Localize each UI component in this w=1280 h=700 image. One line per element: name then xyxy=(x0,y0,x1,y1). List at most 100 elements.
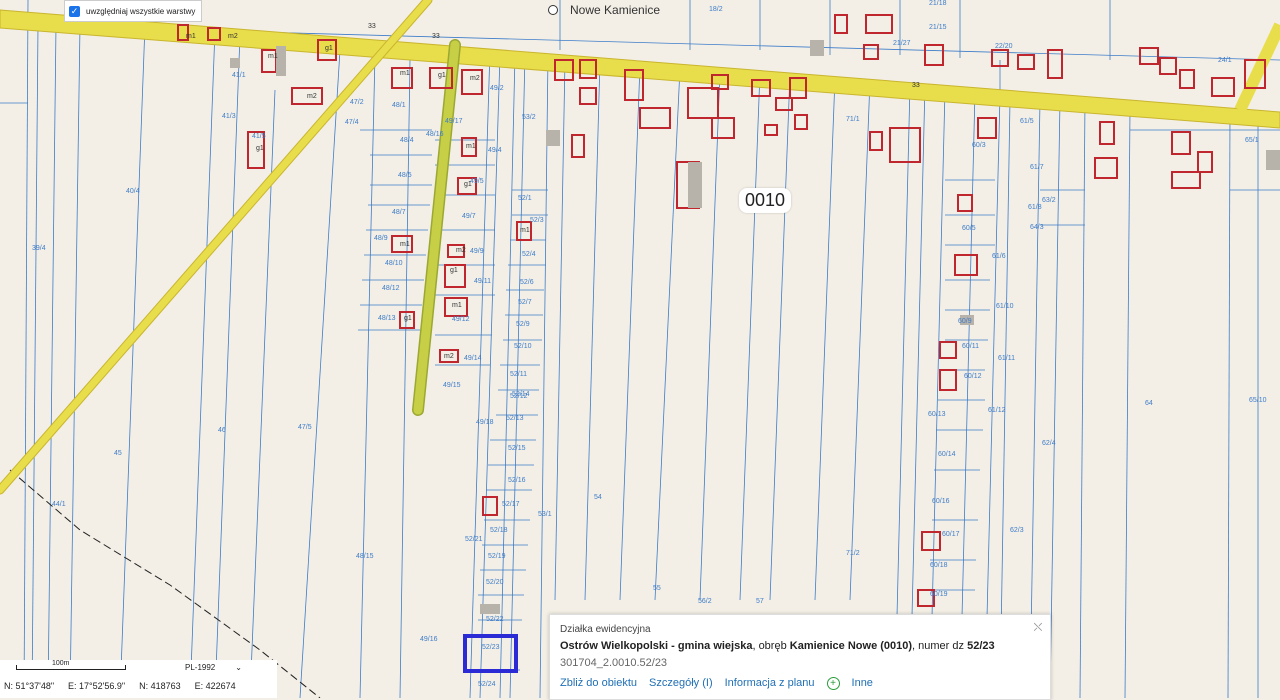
popup-parcel-number: 52/23 xyxy=(967,640,995,652)
parcel-label: 52/17 xyxy=(502,501,520,508)
map-status-bar: 100m PL-1992 ⌄ N: 51°37'48" E: 17°52'56.… xyxy=(0,660,277,698)
parcel-label: 61/10 xyxy=(996,303,1014,310)
building-label: g1 xyxy=(404,315,412,322)
chevron-down-icon: ⌄ xyxy=(235,663,242,672)
building-label: m1 xyxy=(466,143,476,150)
parcel-label: 52/22 xyxy=(486,616,504,623)
popup-desc-mid2: , numer dz xyxy=(912,640,968,652)
popup-parcel-id: 301704_2.0010.52/23 xyxy=(560,657,668,669)
parcel-label: 21/18 xyxy=(929,0,947,7)
scale-label: 100m xyxy=(52,660,70,667)
parcel-label: 52/16 xyxy=(508,477,526,484)
parcel-label: 52/1 xyxy=(518,195,532,202)
parcel-label: 52/9 xyxy=(516,321,530,328)
building-label: m1 xyxy=(452,302,462,309)
parcel-label: 48/9 xyxy=(374,235,388,242)
parcel-label: 71/2 xyxy=(846,550,860,557)
parcel-label: 53/1 xyxy=(538,511,552,518)
parcel-label: 52/19 xyxy=(488,553,506,560)
parcel-label: 52/13 xyxy=(506,415,524,422)
parcel-label: 60/3 xyxy=(972,142,986,149)
road-number-label: 33 xyxy=(432,33,440,40)
checkbox-icon[interactable]: ✓ xyxy=(69,5,80,17)
parcel-label: 48/5 xyxy=(398,172,412,179)
parcel-label: 48/7 xyxy=(392,209,406,216)
crs-label: PL-1992 xyxy=(185,663,216,672)
parcel-label: 49/9 xyxy=(470,248,484,255)
popup-title: Działka ewidencyjna xyxy=(560,624,651,635)
cadastral-map[interactable]: 39/4 40/4 41/3 41/5 41/1 47/2 47/4 48/1 48/4 48/5… xyxy=(0,0,1280,698)
building-label: g1 xyxy=(325,45,333,52)
parcel-label: 49/12 xyxy=(452,316,470,323)
parcel-label: 61/6 xyxy=(992,253,1006,260)
parcel-label: 53/2 xyxy=(522,114,536,121)
parcel-label: 60/18 xyxy=(930,562,948,569)
parcel-label: 52/3 xyxy=(530,217,544,224)
parcel-label: 52/6 xyxy=(520,279,534,286)
parcel-label: 52/15 xyxy=(508,445,526,452)
plus-circle-icon: + xyxy=(826,677,840,690)
crs-select[interactable]: PL-1992 ⌄ xyxy=(185,663,242,672)
building-label: m1 xyxy=(520,227,530,234)
coord-n: N: 418763 xyxy=(139,681,181,691)
parcel-label: 49/2 xyxy=(490,85,504,92)
parcel-label: 49/7 xyxy=(462,213,476,220)
popup-obreb: Kamienice Nowe (0010) xyxy=(789,640,913,652)
building-label: m2 xyxy=(307,93,317,100)
building-label: m1 xyxy=(186,33,196,40)
parcel-label: 52/21 xyxy=(465,536,483,543)
parcel-label: 61/5 xyxy=(1020,118,1034,125)
coord-lat: N: 51°37'48" xyxy=(4,681,55,691)
building-label: m2 xyxy=(456,247,466,254)
other-link[interactable]: Inne xyxy=(852,677,873,690)
parcel-label: 60/12 xyxy=(964,373,982,380)
building-label: m1 xyxy=(400,70,410,77)
parcel-label: 21/27 xyxy=(893,40,911,47)
parcel-label: 57 xyxy=(756,598,764,605)
parcel-label: 56/2 xyxy=(698,598,712,605)
parcel-label: 71/1 xyxy=(846,116,860,123)
zoom-to-object-link[interactable]: Zbliż do obiektu xyxy=(560,677,637,690)
parcel-label: 48/15 xyxy=(356,553,374,560)
parcel-label: 52/20 xyxy=(486,579,504,586)
parcel-label: 49/16 xyxy=(420,636,438,643)
parcel-label: 48/16 xyxy=(426,131,444,138)
layers-toggle-label: uwzględniaj wszystkie warstwy xyxy=(86,6,196,16)
parcel-label: 52/7 xyxy=(518,299,532,306)
parcel-label: 60/5 xyxy=(962,225,976,232)
parcel-label: 60/14 xyxy=(938,451,956,458)
building-label: m2 xyxy=(470,75,480,82)
parcel-label: 49/15 xyxy=(443,382,461,389)
popup-gmina: Ostrów Wielkopolski - gmina wiejska xyxy=(560,640,753,652)
parcel-label: 52/10 xyxy=(514,343,532,350)
parcel-label: 49/14 xyxy=(464,355,482,362)
building-label: m2 xyxy=(444,353,454,360)
close-icon[interactable]: ⛌ xyxy=(1032,621,1044,633)
parcel-label: 46 xyxy=(218,427,226,434)
parcel-label: 48/1 xyxy=(392,102,406,109)
details-link[interactable]: Szczegóły (I) xyxy=(649,677,713,690)
parcel-label: 55 xyxy=(653,585,661,592)
parcel-label: 52/11 xyxy=(510,371,527,378)
popup-description: Ostrów Wielkopolski - gmina wiejska, obr… xyxy=(560,640,995,652)
district-label: 0010 xyxy=(739,188,792,213)
town-marker-icon xyxy=(548,5,558,15)
parcel-label: 49/4 xyxy=(488,147,502,154)
parcel-label: 60/16 xyxy=(932,498,950,505)
road-number-label: 33 xyxy=(368,23,376,30)
parcel-label: 52/14 xyxy=(512,391,530,398)
parcel-label: 63/2 xyxy=(1042,197,1056,204)
parcel-label: 62/3 xyxy=(1010,527,1024,534)
parcel-label: 49/5 xyxy=(470,178,484,185)
building-label: m1 xyxy=(400,241,410,248)
road-number-label: 33 xyxy=(912,82,920,89)
parcel-label: 24/1 xyxy=(1218,57,1232,64)
plan-info-link[interactable]: Informacja z planu xyxy=(725,677,815,690)
town-label: Nowe Kamienice xyxy=(548,3,660,17)
parcel-label: 22/20 xyxy=(995,43,1013,50)
parcel-label: 60/11 xyxy=(962,343,979,350)
layers-toggle[interactable]: ✓ uwzględniaj wszystkie warstwy xyxy=(64,0,203,22)
parcel-label: 65/10 xyxy=(1249,397,1267,404)
parcel-label: 52/23 xyxy=(482,644,500,651)
parcel-label: 61/8 xyxy=(1028,204,1042,211)
